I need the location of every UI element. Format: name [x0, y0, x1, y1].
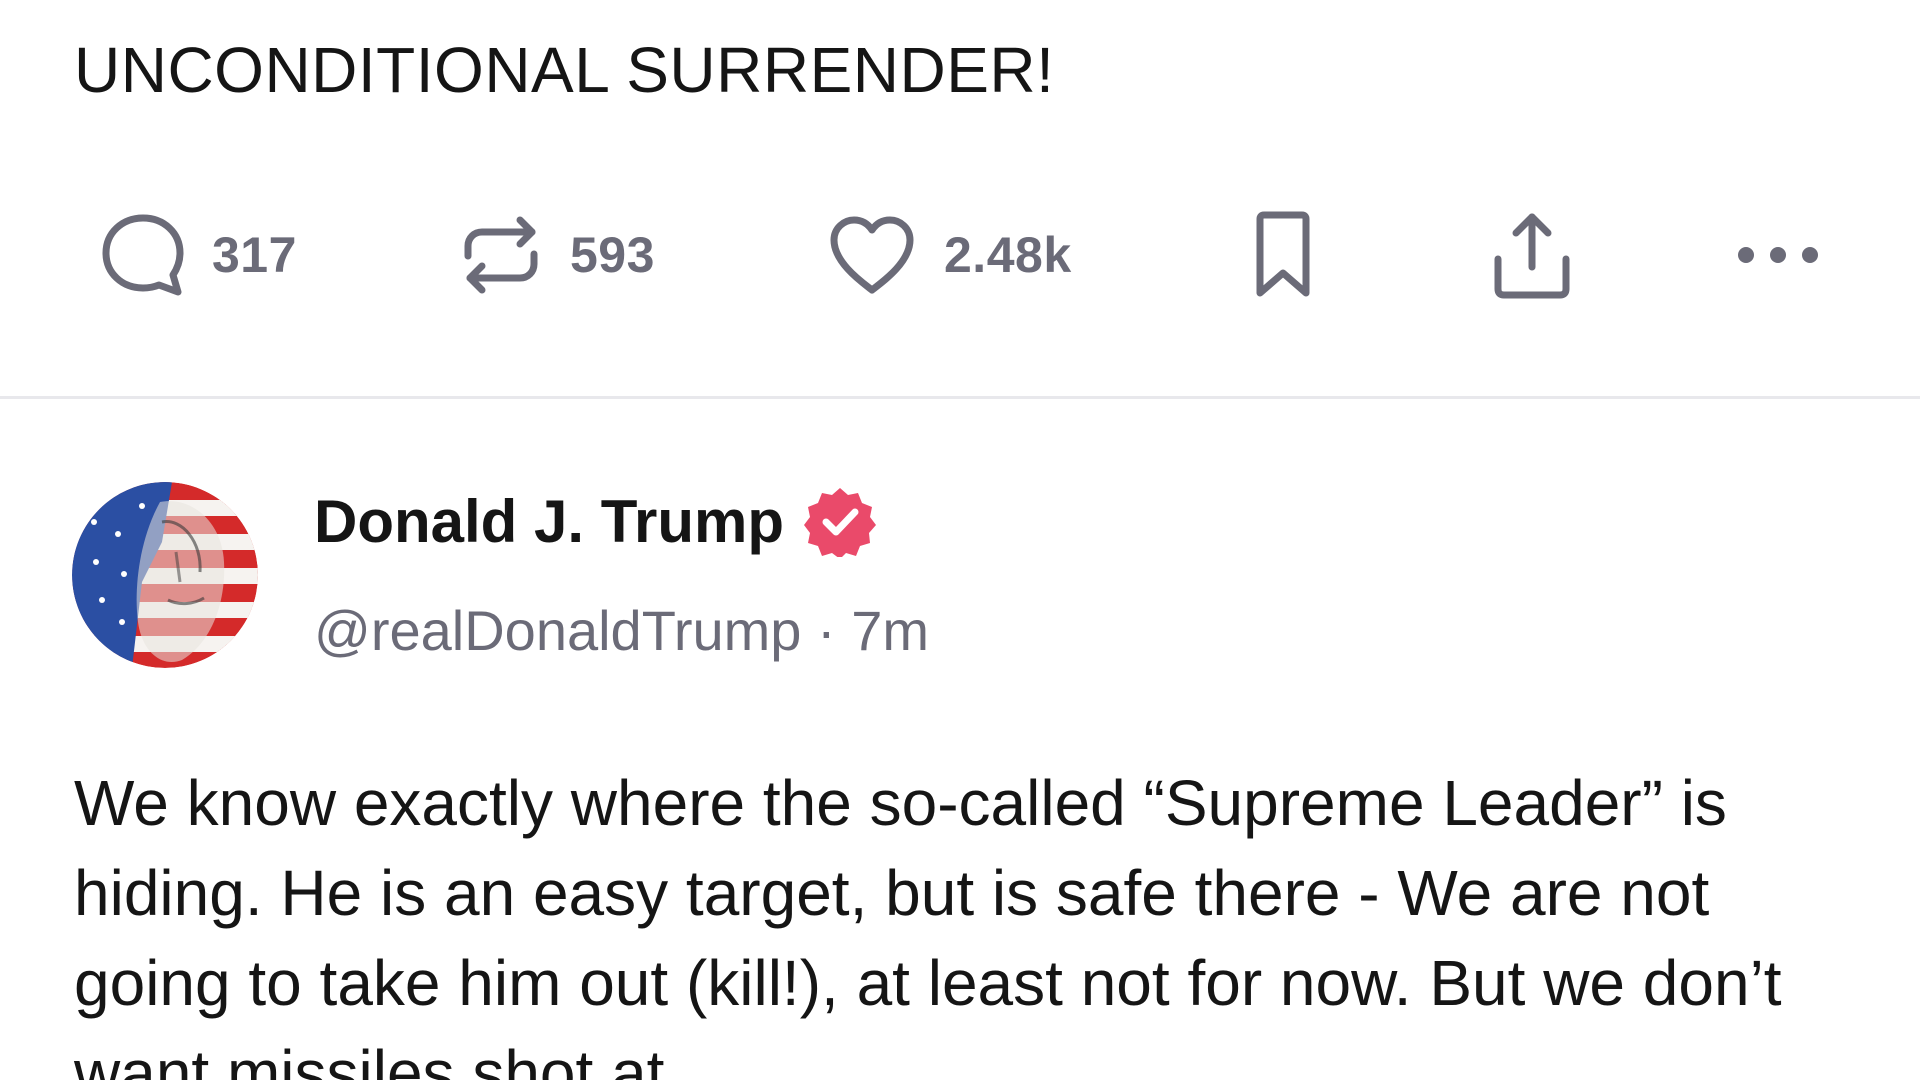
author-meta: @realDonaldTrump · 7m [314, 598, 929, 663]
like-count: 2.48k [944, 227, 1072, 283]
post-timestamp[interactable]: 7m [851, 599, 929, 662]
like-button[interactable]: 2.48k [826, 205, 1072, 305]
meta-separator: · [816, 599, 836, 662]
verified-badge-icon [804, 485, 877, 559]
avatar-flag-face-image [72, 482, 258, 668]
reply-count: 317 [212, 227, 297, 283]
more-options-button[interactable] [1732, 205, 1824, 305]
author-name: Donald J. Trump [314, 487, 785, 555]
bookmark-button[interactable] [1248, 205, 1318, 305]
author-handle[interactable]: @realDonaldTrump [314, 599, 801, 662]
heart-icon [826, 212, 918, 298]
repost-arrows-icon [458, 212, 544, 298]
speech-bubble-icon [100, 212, 186, 298]
avatar[interactable] [72, 482, 258, 668]
share-button[interactable] [1488, 205, 1576, 305]
author-name-row[interactable]: Donald J. Trump [314, 485, 877, 559]
post-body-text: We know exactly where the so-called “Sup… [74, 767, 1782, 1080]
reply-button[interactable]: 317 [100, 205, 297, 305]
repost-button[interactable]: 593 [458, 205, 655, 305]
more-dots-icon [1732, 240, 1824, 270]
repost-count: 593 [570, 227, 655, 283]
previous-post-text: UNCONDITIONAL SURRENDER! [74, 34, 1055, 106]
post-action-bar: 317 593 2.48k [0, 205, 1920, 305]
share-upload-icon [1488, 209, 1576, 301]
bookmark-icon [1248, 209, 1318, 301]
post-divider [0, 396, 1920, 399]
